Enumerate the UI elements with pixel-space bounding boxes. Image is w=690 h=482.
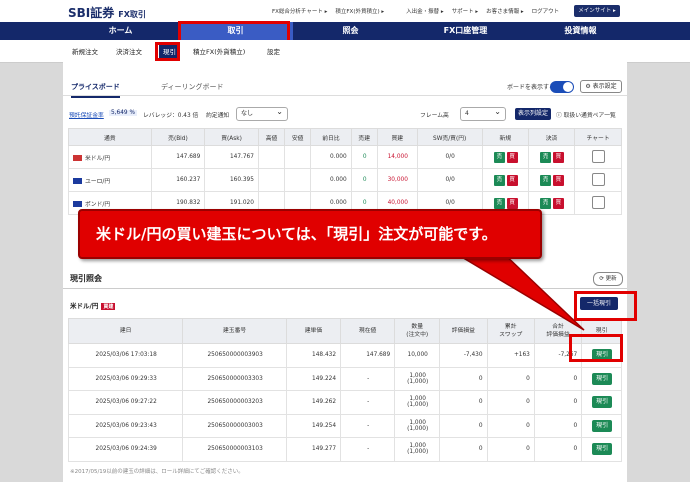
callout-message: 米ドル/円の買い建玉については、「現引」注文が可能です。 xyxy=(78,209,542,259)
screenshot-frame: SBI証券 FX取引 FX総合分析チャート ▸ 積立FX(外貨積立) ▸ 入出金・… xyxy=(0,0,690,482)
